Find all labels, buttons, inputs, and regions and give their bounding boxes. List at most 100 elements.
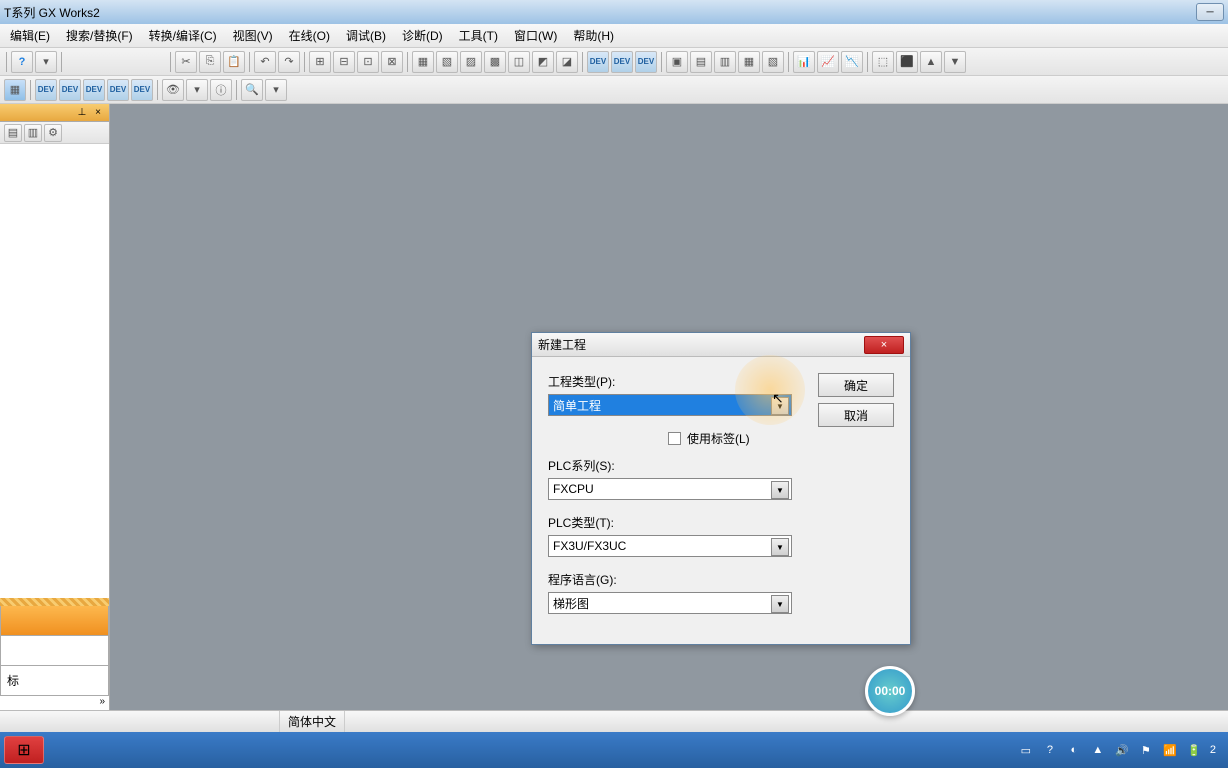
toolbar-btn[interactable]: ▲: [920, 51, 942, 73]
sidebar-expand[interactable]: »: [0, 696, 109, 710]
dev-btn[interactable]: DEV: [59, 79, 81, 101]
pin-icon[interactable]: ⊥: [75, 106, 89, 120]
sidebar-tab[interactable]: [0, 636, 109, 666]
toolbar-btn[interactable]: ◩: [532, 51, 554, 73]
window-title: T系列 GX Works2: [4, 4, 1196, 21]
toolbar-btn[interactable]: ▧: [436, 51, 458, 73]
menu-online[interactable]: 在线(O): [281, 25, 338, 46]
toolbar-btn[interactable]: ⬛: [896, 51, 918, 73]
tray-signal-icon[interactable]: 📶: [1162, 742, 1178, 758]
toolbar-btn[interactable]: ⊟: [333, 51, 355, 73]
plc-type-select[interactable]: FX3U/FX3UC: [548, 535, 792, 557]
toolbar-btn[interactable]: ◫: [508, 51, 530, 73]
workspace: 新建工程 × 工程类型(P): 简单工程 使用标签(L) PLC系列(S): F…: [110, 104, 1228, 710]
sidebar-tool-btn[interactable]: ⚙: [44, 124, 62, 142]
copy-icon[interactable]: ⎘: [199, 51, 221, 73]
toolbar-separator: [236, 80, 237, 100]
cut-icon[interactable]: ✂: [175, 51, 197, 73]
dev-btn[interactable]: DEV: [35, 79, 57, 101]
menu-edit[interactable]: 编辑(E): [2, 25, 58, 46]
toolbar-btn[interactable]: ▾: [35, 51, 57, 73]
status-language: 简体中文: [280, 711, 345, 732]
toolbar-btn[interactable]: ▣: [666, 51, 688, 73]
use-label-checkbox-row: 使用标签(L): [668, 430, 802, 447]
toolbar-btn[interactable]: ⊠: [381, 51, 403, 73]
dialog-titlebar[interactable]: 新建工程 ×: [532, 333, 910, 357]
redo-icon[interactable]: ↷: [278, 51, 300, 73]
dev-btn[interactable]: DEV: [635, 51, 657, 73]
toolbar-btn[interactable]: ▩: [484, 51, 506, 73]
tray-help-icon[interactable]: ?: [1042, 742, 1058, 758]
menu-tools[interactable]: 工具(T): [451, 25, 506, 46]
close-icon[interactable]: ×: [91, 106, 105, 120]
toolbar-separator: [30, 80, 31, 100]
help-icon[interactable]: ?: [11, 51, 33, 73]
tray-icon[interactable]: ◐: [1066, 742, 1082, 758]
toolbar-btn[interactable]: 📉: [841, 51, 863, 73]
sidebar-toolbar: ▤ ▥ ⚙: [0, 122, 109, 144]
tray-icon[interactable]: ▭: [1018, 742, 1034, 758]
tray-time[interactable]: 2: [1210, 744, 1216, 756]
toolbar-btn[interactable]: ⊡: [357, 51, 379, 73]
info-icon[interactable]: ⓘ: [210, 79, 232, 101]
cancel-button[interactable]: 取消: [818, 403, 894, 427]
ok-button[interactable]: 确定: [818, 373, 894, 397]
dev-btn[interactable]: DEV: [587, 51, 609, 73]
use-label-text: 使用标签(L): [687, 430, 750, 447]
program-lang-select[interactable]: 梯形图: [548, 592, 792, 614]
dialog-close-button[interactable]: ×: [864, 336, 904, 354]
menu-convert-compile[interactable]: 转换/编译(C): [141, 25, 225, 46]
status-cell: [0, 711, 280, 732]
main-area: ⊥ × ▤ ▥ ⚙ 标 » 新建工程 × 工程类型(P):: [0, 104, 1228, 710]
plc-series-select[interactable]: FXCPU: [548, 478, 792, 500]
tray-flag-icon[interactable]: ⚑: [1138, 742, 1154, 758]
menu-window[interactable]: 窗口(W): [506, 25, 565, 46]
use-label-checkbox[interactable]: [668, 432, 681, 445]
project-type-select[interactable]: 简单工程: [548, 394, 792, 416]
menu-help[interactable]: 帮助(H): [565, 25, 622, 46]
toolbar-btn[interactable]: ▼: [944, 51, 966, 73]
sidebar-tab[interactable]: 标: [0, 666, 109, 696]
dev-btn[interactable]: DEV: [131, 79, 153, 101]
dialog-title: 新建工程: [538, 336, 864, 353]
undo-icon[interactable]: ↶: [254, 51, 276, 73]
minimize-button[interactable]: ─: [1196, 3, 1224, 21]
toolbar-btn[interactable]: ▾: [265, 79, 287, 101]
tray-volume-icon[interactable]: 🔊: [1114, 742, 1130, 758]
toolbar-btn[interactable]: ▨: [460, 51, 482, 73]
toolbar-btn[interactable]: 📊: [793, 51, 815, 73]
toolbar-separator: [170, 52, 171, 72]
toolbar-btn[interactable]: ▧: [762, 51, 784, 73]
tray-up-icon[interactable]: ▲: [1090, 742, 1106, 758]
sidebar: ⊥ × ▤ ▥ ⚙ 标 »: [0, 104, 110, 710]
menu-diagnose[interactable]: 诊断(D): [394, 25, 451, 46]
toolbar-btn[interactable]: 👁: [162, 79, 184, 101]
menu-debug[interactable]: 调试(B): [338, 25, 394, 46]
toolbar-btn[interactable]: 📈: [817, 51, 839, 73]
toolbar-btn[interactable]: ⬚: [872, 51, 894, 73]
menu-search-replace[interactable]: 搜索/替换(F): [58, 25, 141, 46]
dev-btn[interactable]: DEV: [107, 79, 129, 101]
toolbar-separator: [157, 80, 158, 100]
dev-btn[interactable]: DEV: [611, 51, 633, 73]
tray-battery-icon[interactable]: 🔋: [1186, 742, 1202, 758]
paste-icon[interactable]: 📋: [223, 51, 245, 73]
toolbar-btn[interactable]: ▾: [186, 79, 208, 101]
taskbar-app-icon[interactable]: ⊞: [4, 736, 44, 764]
menu-view[interactable]: 视图(V): [225, 25, 281, 46]
toolbar-btn[interactable]: ▤: [690, 51, 712, 73]
toolbar-btn[interactable]: ▦: [738, 51, 760, 73]
toolbar-btn[interactable]: ⊞: [309, 51, 331, 73]
toolbar-btn[interactable]: ▦: [412, 51, 434, 73]
sidebar-tab[interactable]: [0, 606, 109, 636]
toolbar-btn[interactable]: ▥: [714, 51, 736, 73]
sidebar-tabs: 标 »: [0, 606, 109, 710]
search-icon[interactable]: 🔍: [241, 79, 263, 101]
sidebar-divider: [0, 598, 109, 606]
dev-btn[interactable]: DEV: [83, 79, 105, 101]
dialog-body: 工程类型(P): 简单工程 使用标签(L) PLC系列(S): FXCPU PL…: [532, 357, 910, 644]
sidebar-tool-btn[interactable]: ▤: [4, 124, 22, 142]
toolbar-btn[interactable]: ▦: [4, 79, 26, 101]
sidebar-tool-btn[interactable]: ▥: [24, 124, 42, 142]
toolbar-btn[interactable]: ◪: [556, 51, 578, 73]
